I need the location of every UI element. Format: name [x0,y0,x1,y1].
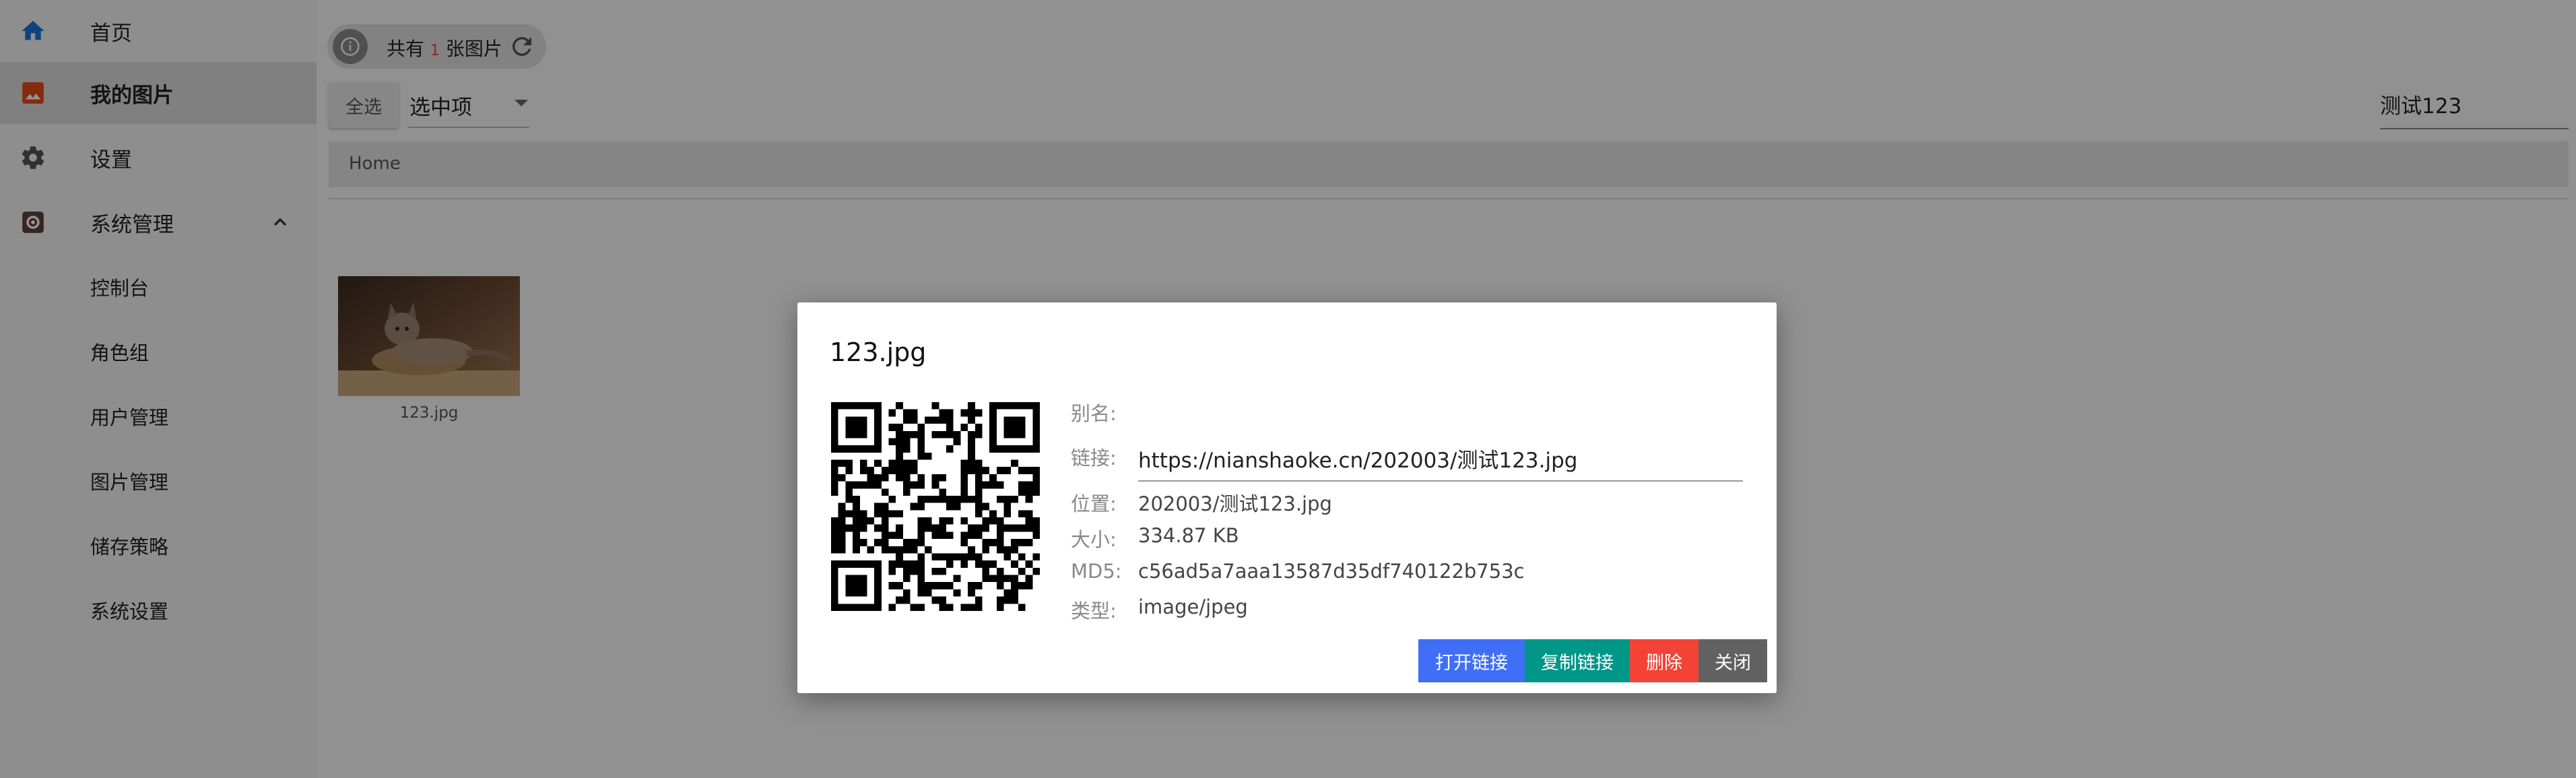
md5-label: MD5: [1071,560,1122,583]
type-value: image/jpeg [1138,595,1248,618]
qr-code [831,402,1040,611]
location-label: 位置: [1071,492,1117,515]
link-label: 链接: [1071,447,1117,469]
location-value: 202003/测试123.jpg [1138,492,1332,515]
link-field[interactable] [1138,437,1743,482]
link-input[interactable] [1138,443,1738,474]
size-label: 大小: [1071,528,1117,551]
dialog-title: 123.jpg [830,337,927,367]
copy-link-button[interactable]: 复制链接 [1525,639,1630,682]
open-link-button[interactable]: 打开链接 [1418,639,1525,682]
image-detail-dialog: 123.jpg 别名: 链接: 位置: 202003/测试123.jpg 大小:… [797,302,1777,693]
size-value: 334.87 KB [1138,524,1239,547]
dialog-actions: 打开链接 复制链接 删除 关闭 [1418,639,1767,682]
app-page: 首页 我的图片 设置 系统管理 控制台 角色组 用户管理 图片管理 储存策略 系… [0,0,2576,778]
delete-button[interactable]: 删除 [1630,639,1698,682]
alias-label: 别名: [1071,402,1117,425]
type-label: 类型: [1071,599,1117,622]
close-button[interactable]: 关闭 [1698,639,1767,682]
md5-value: c56ad5a7aaa13587d35df740122b753c [1138,560,1525,583]
